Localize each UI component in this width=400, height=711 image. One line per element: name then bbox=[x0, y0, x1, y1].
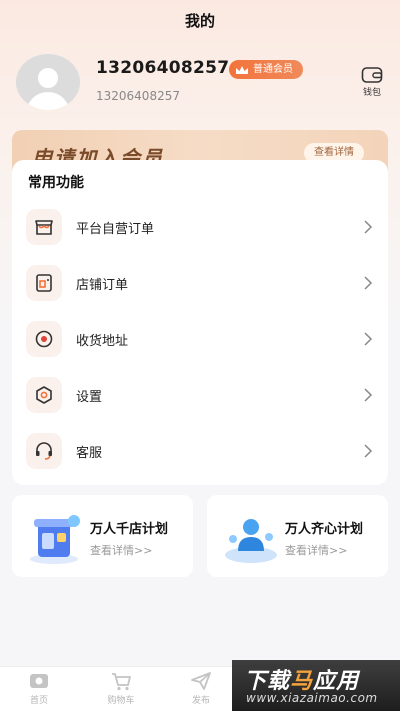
store-order-icon-wrap bbox=[26, 265, 62, 301]
location-icon-wrap bbox=[26, 321, 62, 357]
plan-details-link[interactable]: 查看详情>> bbox=[90, 542, 152, 558]
plan-details-link[interactable]: 查看详情>> bbox=[285, 542, 347, 558]
plan-title: 万人千店计划 bbox=[90, 522, 169, 537]
watermark-url: www.xiazaimao.com bbox=[246, 691, 378, 705]
tab-label: 购物车 bbox=[107, 696, 135, 706]
page-title: 我的 bbox=[184, 12, 215, 30]
settings-icon bbox=[36, 386, 52, 404]
member-level-badge: 普通会员 bbox=[229, 60, 303, 79]
chevron-right-icon bbox=[364, 444, 373, 458]
location-icon bbox=[35, 330, 53, 348]
settings-icon-wrap bbox=[26, 377, 62, 413]
tab-label: 发布 bbox=[191, 696, 210, 706]
tab-home[interactable]: 首页 bbox=[4, 671, 74, 706]
menu-item-label: 客服 bbox=[76, 446, 103, 461]
chevron-right-icon bbox=[364, 332, 373, 346]
crown-icon bbox=[236, 65, 248, 74]
headset-icon bbox=[36, 442, 52, 460]
send-icon bbox=[191, 672, 211, 690]
cart-icon bbox=[112, 673, 131, 691]
shop-order-icon-wrap bbox=[26, 209, 62, 245]
store-order-icon bbox=[36, 274, 52, 292]
menu-item-settings[interactable]: 设置 bbox=[12, 373, 388, 417]
people-illustration-icon bbox=[225, 519, 277, 563]
chevron-right-icon bbox=[364, 388, 373, 402]
shop-illustration-icon bbox=[30, 515, 80, 564]
menu-item-label: 平台自营订单 bbox=[76, 222, 155, 237]
menu-item-customer-service[interactable]: 客服 bbox=[12, 429, 388, 473]
chevron-right-icon bbox=[364, 276, 373, 290]
tab-label: 首页 bbox=[29, 696, 48, 706]
plan-title: 万人齐心计划 bbox=[285, 522, 364, 537]
avatar-body-shape bbox=[26, 92, 70, 110]
menu-item-shipping-address[interactable]: 收货地址 bbox=[12, 317, 388, 361]
avatar[interactable] bbox=[16, 54, 80, 110]
avatar-head-shape bbox=[38, 68, 58, 88]
tab-publish[interactable]: 发布 bbox=[166, 671, 236, 706]
common-functions-card: 常用功能 平台自营订单 店铺订单 收货地址 设置 客服 bbox=[12, 160, 388, 485]
menu-item-label: 店铺订单 bbox=[76, 278, 129, 293]
menu-item-store-orders[interactable]: 店铺订单 bbox=[12, 261, 388, 305]
account-id: 13206408257 bbox=[96, 89, 180, 103]
headset-icon-wrap bbox=[26, 433, 62, 469]
home-icon bbox=[30, 674, 48, 688]
wallet-icon bbox=[361, 67, 383, 83]
shop-order-icon bbox=[35, 220, 53, 235]
chevron-right-icon bbox=[364, 220, 373, 234]
site-watermark: 下载马应用 www.xiazaimao.com bbox=[232, 660, 400, 711]
menu-item-label: 设置 bbox=[76, 390, 103, 405]
plan-card-unity[interactable]: 万人齐心计划 查看详情>> bbox=[207, 495, 388, 577]
wallet-label: 钱包 bbox=[362, 88, 381, 98]
menu-item-platform-orders[interactable]: 平台自营订单 bbox=[12, 205, 388, 249]
member-level-label: 普通会员 bbox=[253, 64, 293, 75]
wallet-button[interactable]: 钱包 bbox=[356, 66, 388, 98]
menu-item-label: 收货地址 bbox=[76, 334, 129, 349]
tab-cart[interactable]: 购物车 bbox=[86, 671, 156, 706]
username: 13206408257 bbox=[96, 58, 230, 78]
plan-card-thousand-stores[interactable]: 万人千店计划 查看详情>> bbox=[12, 495, 193, 577]
common-functions-title: 常用功能 bbox=[28, 175, 84, 191]
